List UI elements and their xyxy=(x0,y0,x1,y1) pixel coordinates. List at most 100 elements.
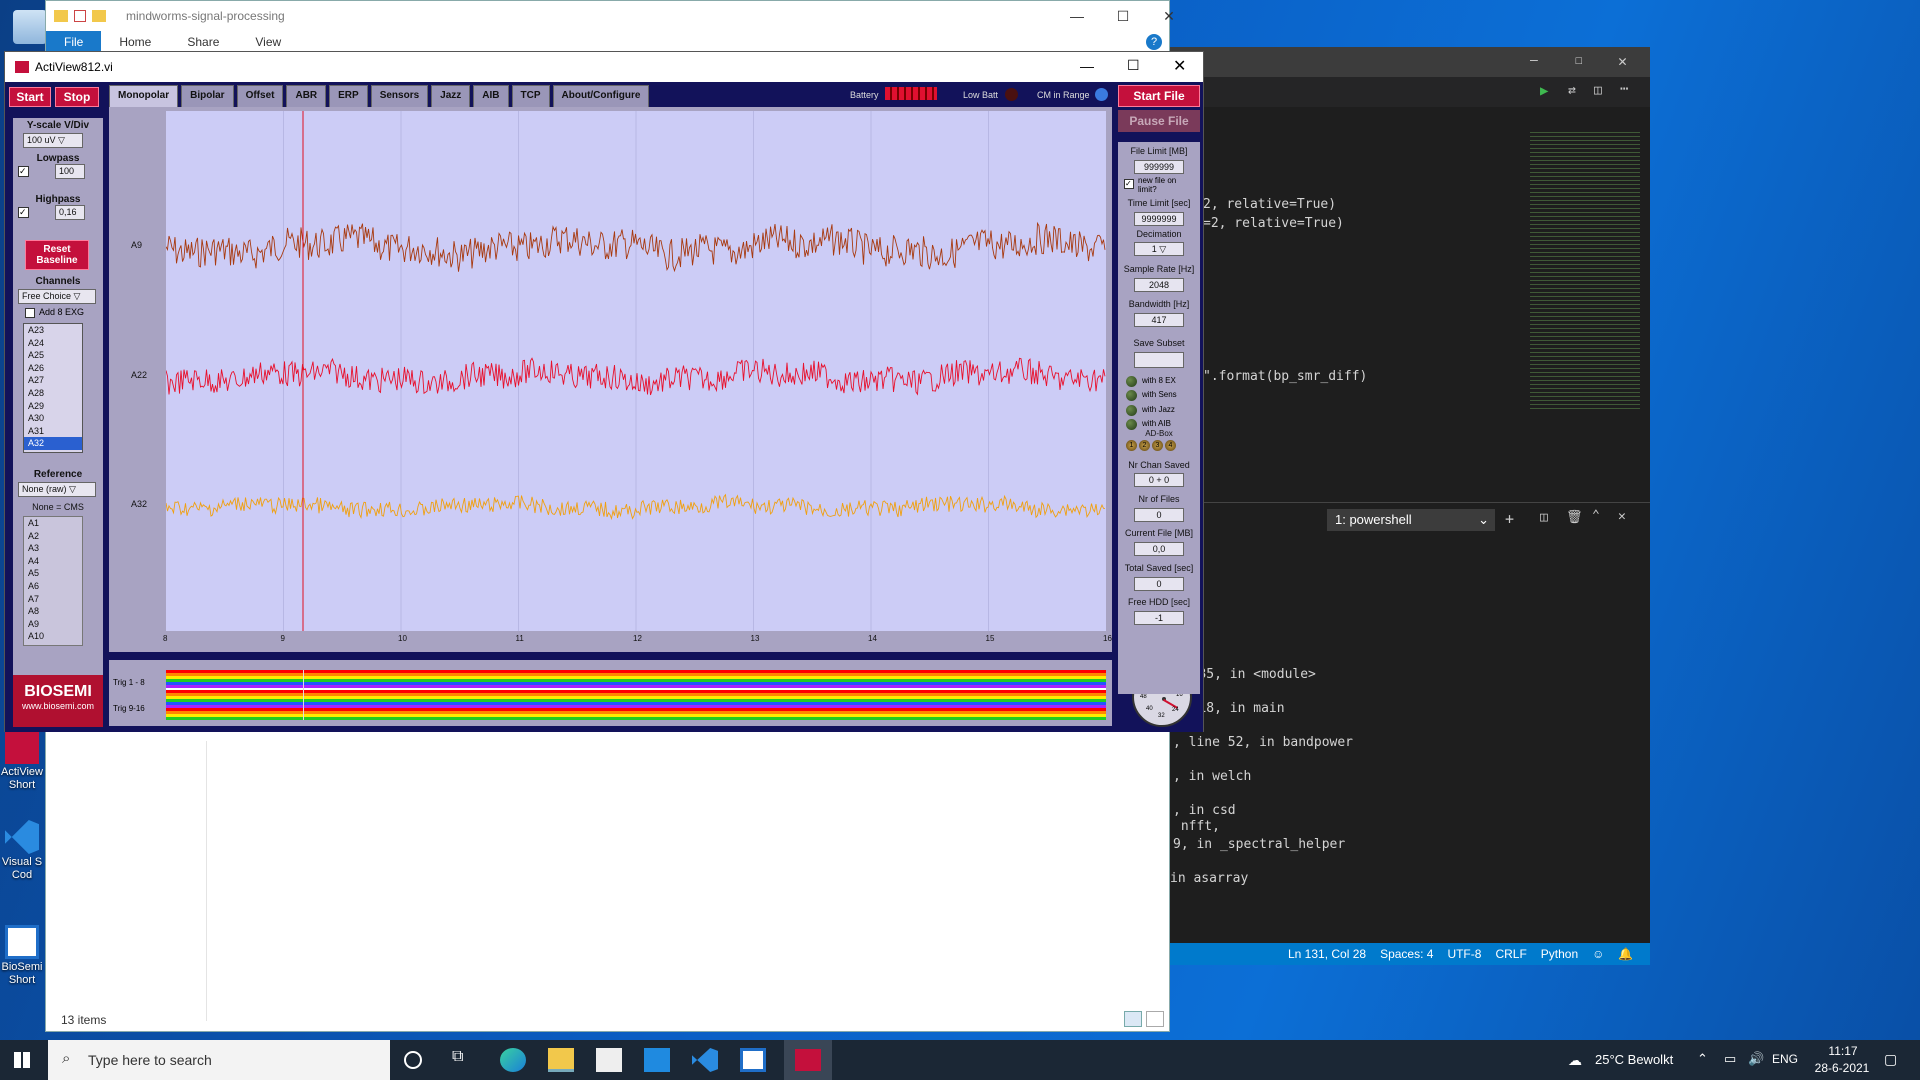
maximize-button[interactable]: ☐ xyxy=(1127,57,1140,74)
reference-list-item[interactable]: A6 xyxy=(24,580,82,593)
start-icon[interactable] xyxy=(14,1052,30,1068)
reference-list-item[interactable]: A3 xyxy=(24,542,82,555)
reference-list-item[interactable]: A8 xyxy=(24,605,82,618)
language-mode[interactable]: Python xyxy=(1541,947,1578,961)
minimize-button[interactable]: — xyxy=(1530,53,1538,68)
indent-setting[interactable]: Spaces: 4 xyxy=(1380,947,1433,961)
network-icon[interactable]: ▭ xyxy=(1724,1051,1736,1067)
search-box[interactable]: ⌕ Type here to search xyxy=(48,1040,390,1080)
minimize-button[interactable]: — xyxy=(1080,58,1094,74)
help-icon[interactable]: ? xyxy=(1146,34,1162,50)
tab-abr[interactable]: ABR xyxy=(286,85,327,107)
channel-list-item[interactable]: A27 xyxy=(24,374,82,387)
ribbon-tab-home[interactable]: Home xyxy=(101,35,169,49)
led-jazz[interactable] xyxy=(1126,405,1137,416)
cursor-position[interactable]: Ln 131, Col 28 xyxy=(1288,947,1366,961)
add-terminal-icon[interactable]: + xyxy=(1505,510,1514,528)
save-subset-input[interactable] xyxy=(1134,352,1184,368)
checkbox-icon[interactable] xyxy=(74,10,86,22)
store-icon[interactable] xyxy=(596,1048,622,1072)
channel-list-item[interactable]: A23 xyxy=(24,324,82,337)
vscode-taskbar-icon[interactable] xyxy=(692,1048,718,1072)
biosemi-taskbar-icon[interactable] xyxy=(740,1048,766,1072)
reset-baseline-button[interactable]: Reset Baseline xyxy=(25,240,89,270)
reference-list-item[interactable]: A2 xyxy=(24,530,82,543)
close-button[interactable]: ✕ xyxy=(1618,52,1627,70)
desktop-icon-biosemi[interactable]: BioSemi Short xyxy=(0,925,44,987)
cortana-icon[interactable] xyxy=(404,1051,422,1069)
reference-list-item[interactable]: A9 xyxy=(24,618,82,631)
bell-icon[interactable]: 🔔 xyxy=(1618,947,1633,961)
start-button[interactable]: Start xyxy=(9,87,51,107)
minimize-button[interactable]: — xyxy=(1054,1,1100,31)
details-view-icon[interactable] xyxy=(1124,1011,1142,1027)
line-ending[interactable]: CRLF xyxy=(1495,947,1526,961)
ribbon-tab-file[interactable]: File xyxy=(46,31,102,53)
encoding[interactable]: UTF-8 xyxy=(1447,947,1481,961)
clock-time[interactable]: 11:17 xyxy=(1818,1044,1868,1058)
notification-icon[interactable]: ▢ xyxy=(1884,1051,1897,1068)
clock-date[interactable]: 28-6-2021 xyxy=(1808,1061,1876,1075)
tab-jazz[interactable]: Jazz xyxy=(431,85,471,107)
close-button[interactable]: ✕ xyxy=(1173,56,1186,76)
channel-list-item[interactable]: A28 xyxy=(24,387,82,400)
reference-list-item[interactable]: A7 xyxy=(24,593,82,606)
led-sens[interactable] xyxy=(1126,390,1137,401)
start-file-button[interactable]: Start File xyxy=(1118,85,1200,107)
chevron-up-icon[interactable]: ⌃ xyxy=(1697,1051,1708,1067)
actiview-taskbar-button[interactable] xyxy=(784,1040,832,1080)
tab-sensors[interactable]: Sensors xyxy=(370,85,429,107)
adbox-2[interactable]: 2 xyxy=(1139,440,1150,451)
adbox-4[interactable]: 4 xyxy=(1165,440,1176,451)
channel-list-item[interactable]: A31 xyxy=(24,425,82,438)
split-terminal-icon[interactable]: ◫ xyxy=(1540,510,1548,525)
close-panel-icon[interactable]: ✕ xyxy=(1618,509,1626,524)
tab-bipolar[interactable]: Bipolar xyxy=(181,85,234,107)
tab-tcp[interactable]: TCP xyxy=(511,85,550,107)
channel-list-item[interactable]: A30 xyxy=(24,412,82,425)
highpass-input[interactable]: 0,16 xyxy=(55,205,85,220)
maximize-button[interactable]: ☐ xyxy=(1575,53,1583,68)
new-file-checkbox[interactable]: ✓ xyxy=(1124,179,1134,189)
pause-file-button[interactable]: Pause File xyxy=(1118,110,1200,132)
reference-list-item[interactable]: A1 xyxy=(24,517,82,530)
tab-erp[interactable]: ERP xyxy=(329,85,368,107)
ribbon-tab-view[interactable]: View xyxy=(237,35,299,49)
split-editor-icon[interactable]: ◫ xyxy=(1594,83,1602,98)
task-view-icon[interactable]: ⧉ xyxy=(452,1048,478,1072)
reference-select[interactable]: None (raw) ▽ xyxy=(18,482,96,497)
edge-icon[interactable] xyxy=(500,1048,526,1072)
channel-list-item[interactable]: A29 xyxy=(24,400,82,413)
adbox-1[interactable]: 1 xyxy=(1126,440,1137,451)
file-explorer-icon[interactable] xyxy=(548,1048,574,1072)
add-exg-checkbox[interactable] xyxy=(25,308,35,318)
channel-list-item[interactable]: A32 xyxy=(24,437,82,450)
reference-list-item[interactable]: A5 xyxy=(24,567,82,580)
tab-monopolar[interactable]: Monopolar xyxy=(109,85,179,107)
adbox-3[interactable]: 3 xyxy=(1152,440,1163,451)
feedback-icon[interactable]: ☺ xyxy=(1592,947,1604,961)
run-icon[interactable]: ▶ xyxy=(1540,83,1548,99)
desktop-icon-actiview[interactable]: ActiView Short xyxy=(0,730,44,792)
weather-text[interactable]: 25°C Bewolkt xyxy=(1595,1052,1673,1067)
desktop-icon-vscode[interactable]: Visual S Cod xyxy=(0,820,44,882)
maximize-button[interactable]: ☐ xyxy=(1100,1,1146,31)
trash-icon[interactable]: 🗑 xyxy=(1566,510,1583,525)
stop-button[interactable]: Stop xyxy=(55,87,99,107)
ribbon-tab-share[interactable]: Share xyxy=(169,35,237,49)
large-icons-view-icon[interactable] xyxy=(1146,1011,1164,1027)
close-button[interactable]: ✕ xyxy=(1146,1,1192,31)
tab-aib[interactable]: AIB xyxy=(473,85,509,107)
lowpass-checkbox[interactable]: ✓ xyxy=(18,166,29,177)
led-8ex[interactable] xyxy=(1126,376,1137,387)
volume-icon[interactable]: 🔊 xyxy=(1748,1051,1764,1067)
decimation-select[interactable]: 1 ▽ xyxy=(1134,242,1184,256)
chevron-up-icon[interactable]: ⌃ xyxy=(1592,508,1600,523)
yscale-select[interactable]: 100 uV ▽ xyxy=(23,133,83,148)
lowpass-input[interactable]: 100 xyxy=(55,164,85,179)
channel-list-item[interactable]: A25 xyxy=(24,349,82,362)
channels-select[interactable]: Free Choice ▽ xyxy=(18,289,96,304)
more-actions-icon[interactable]: ⋯ xyxy=(1620,81,1628,97)
reference-list-item[interactable]: A4 xyxy=(24,555,82,568)
terminal-select[interactable]: 1: powershell ⌄ xyxy=(1327,509,1495,531)
